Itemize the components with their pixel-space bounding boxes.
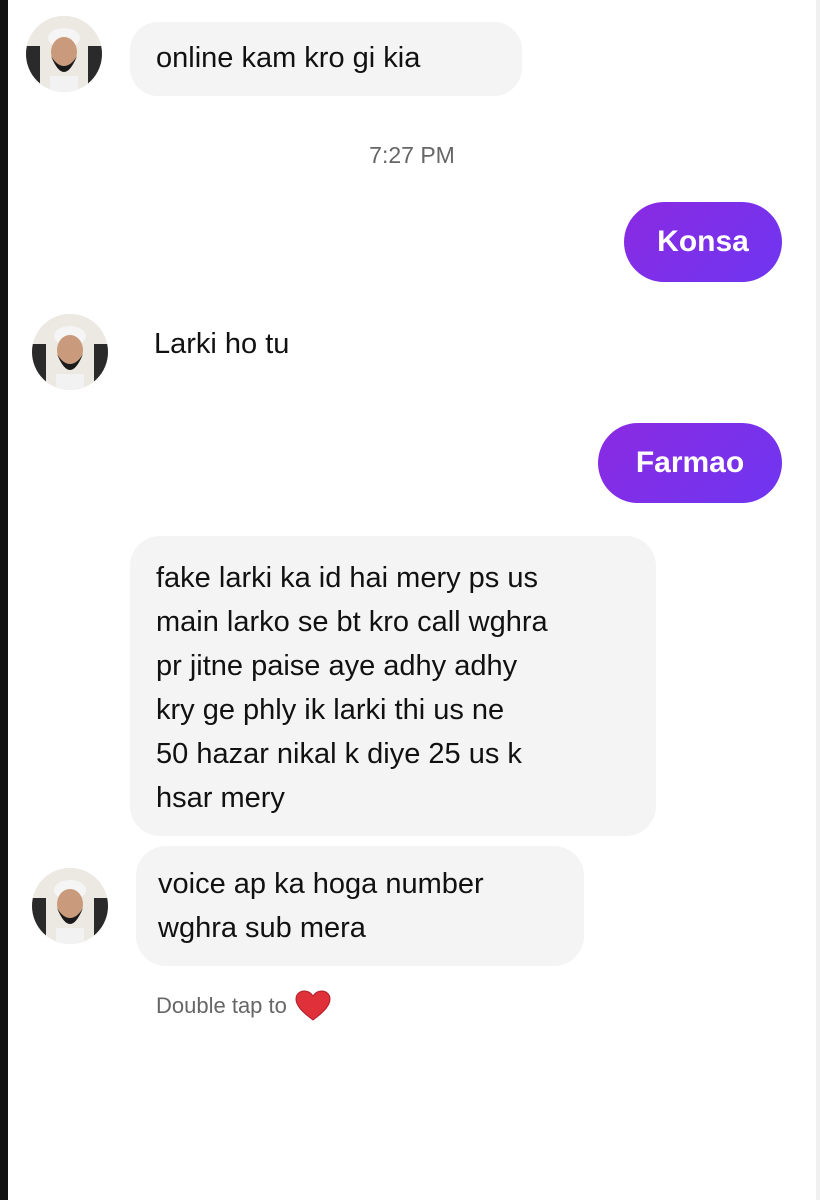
chat-screen: online kam kro gi kia 7:27 PM Konsa Lark…: [0, 0, 820, 1200]
message-text: Konsa: [657, 225, 749, 258]
message-line: fake larki ka id hai mery ps us: [156, 562, 538, 594]
message-line: wghra sub mera: [158, 912, 366, 944]
message-line: hsar mery: [156, 782, 285, 814]
incoming-message[interactable]: Larki ho tu: [154, 328, 289, 361]
message-text: Larki ho tu: [154, 328, 290, 360]
avatar-image: [32, 314, 108, 390]
message-text: Farmao: [635, 446, 745, 479]
avatar-image: [26, 16, 102, 92]
outgoing-message[interactable]: Konsa: [624, 202, 782, 282]
contact-avatar[interactable]: [32, 868, 108, 944]
incoming-message[interactable]: voice ap ka hoga number wghra sub mera: [136, 846, 584, 966]
message-line: pr jitne paise aye adhy adhy: [156, 650, 518, 682]
message-line: kry ge phly ik larki thi us ne: [156, 694, 505, 726]
hint-text: Double tap to: [156, 993, 287, 1018]
contact-avatar[interactable]: [32, 314, 108, 390]
avatar-image: [32, 868, 108, 944]
heart-icon: [295, 990, 331, 1021]
message-line: 50 hazar nikal k diye 25 us k: [156, 738, 522, 770]
incoming-message[interactable]: fake larki ka id hai mery ps us main lar…: [130, 536, 656, 836]
double-tap-hint: Double tap to: [156, 990, 331, 1022]
message-line: main larko se bt kro call wghra: [156, 606, 548, 638]
incoming-message[interactable]: online kam kro gi kia: [130, 22, 522, 96]
message-line: voice ap ka hoga number: [158, 868, 484, 900]
outgoing-message[interactable]: Farmao: [598, 423, 782, 503]
message-text: online kam kro gi kia: [156, 42, 421, 74]
contact-avatar[interactable]: [26, 16, 102, 92]
message-timestamp: 7:27 PM: [369, 142, 455, 168]
